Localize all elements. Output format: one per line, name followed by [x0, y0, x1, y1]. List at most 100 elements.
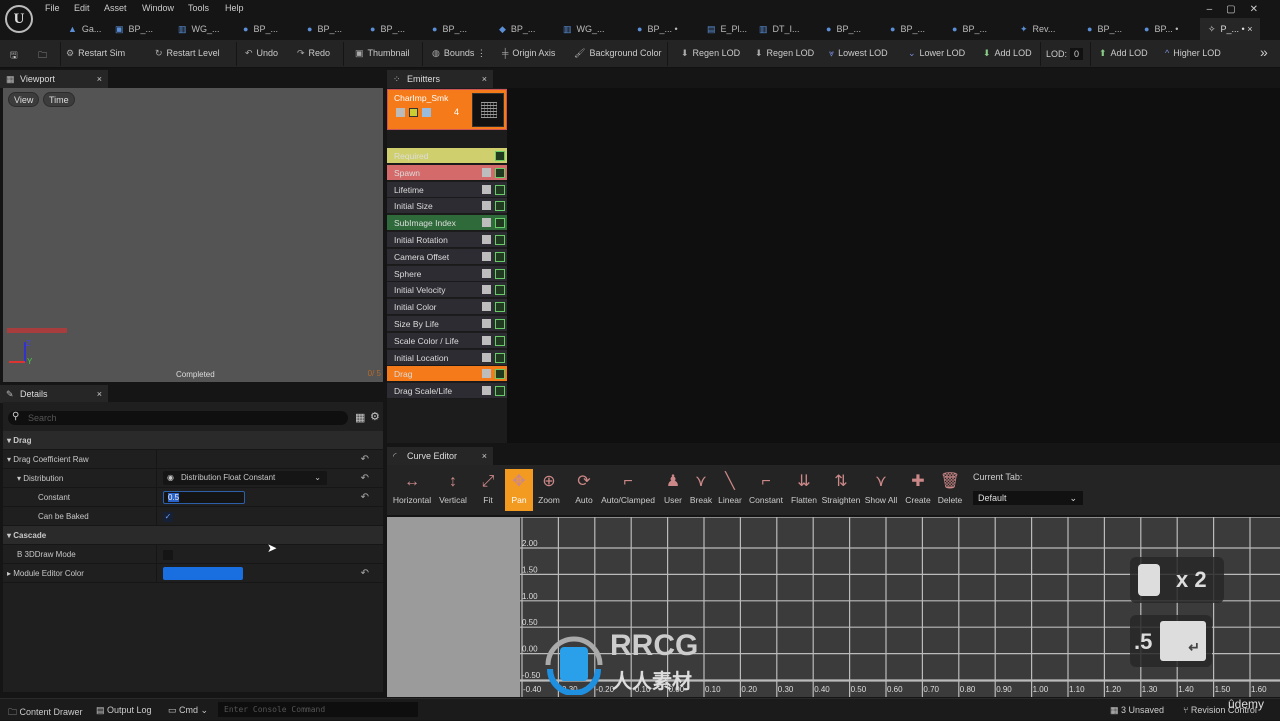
document-tab[interactable]: ✦ Rev...: [1020, 18, 1055, 40]
module-item[interactable]: Initial Color: [387, 299, 507, 316]
curve-toggle-icon[interactable]: [495, 251, 505, 262]
menu-file[interactable]: File: [45, 3, 60, 13]
curve-graph[interactable]: -0.40 -0.30 -0.20 -0.10 0.00 0.10 0.20 0.30 0.40…: [520, 517, 1280, 697]
b3d-draw-mode-checkbox[interactable]: [163, 550, 173, 560]
module-enable-checkbox[interactable]: [482, 302, 491, 312]
time-button[interactable]: Time: [43, 92, 75, 107]
document-tab[interactable]: ▲ Ga...: [68, 18, 101, 40]
curve-flatten-button[interactable]: ⇊ Flatten: [789, 469, 819, 511]
module-item[interactable]: Initial Location: [387, 349, 507, 366]
curve-fit-button[interactable]: ⤢ Fit: [477, 469, 499, 511]
module-item[interactable]: Initial Size: [387, 198, 507, 215]
distribution-dropdown[interactable]: ◉ Distribution Float Constant ⌄: [163, 471, 327, 485]
curve-delete-button[interactable]: 🗑 Delete: [935, 469, 965, 511]
close-icon[interactable]: ×: [482, 70, 487, 88]
curve-toggle-icon[interactable]: [495, 201, 505, 212]
constant-input[interactable]: 0.5: [163, 491, 245, 504]
emitter-render-mode-icon[interactable]: [409, 108, 418, 117]
lod-field[interactable]: LOD: 0: [1046, 48, 1084, 60]
gear-icon[interactable]: ⚙: [370, 410, 380, 423]
content-drawer-button[interactable]: 🗀 Content Drawer: [8, 705, 83, 721]
curve-toggle-icon[interactable]: [495, 167, 505, 178]
reset-icon[interactable]: ↶: [361, 450, 369, 469]
curve-toggle-icon[interactable]: [495, 285, 505, 296]
document-tab[interactable]: ◆ BP_...: [499, 18, 535, 40]
module-enable-checkbox[interactable]: [482, 285, 491, 295]
curve-editor-tab[interactable]: ◜ Curve Editor ×: [387, 447, 493, 465]
emitter-solo-icon[interactable]: [422, 108, 431, 117]
module-enable-checkbox[interactable]: [482, 352, 491, 362]
add-lod-button[interactable]: ⬇ Add LOD: [983, 48, 1032, 59]
viewport-tab[interactable]: ▦ Viewport ×: [0, 70, 108, 88]
document-tab[interactable]: ▥ WG_...: [563, 18, 605, 40]
restart-sim-button[interactable]: ⚙ Restart Sim: [66, 48, 125, 59]
module-item[interactable]: Size By Life: [387, 316, 507, 332]
add-lod-2-button[interactable]: ⬆ Add LOD: [1099, 48, 1148, 59]
curve-auto-button[interactable]: ⟳ Auto: [571, 469, 597, 511]
module-enable-checkbox[interactable]: [482, 235, 491, 244]
module-item[interactable]: Drag Scale/Life: [387, 383, 507, 400]
document-tab[interactable]: ● BP_...: [370, 18, 405, 40]
reset-icon[interactable]: ↶: [361, 469, 369, 488]
menu-asset[interactable]: Asset: [104, 3, 127, 13]
table-view-icon[interactable]: ▦: [355, 411, 365, 424]
module-item[interactable]: Camera Offset: [387, 248, 507, 265]
document-tab[interactable]: ● BP_...: [1087, 18, 1122, 40]
menu-edit[interactable]: Edit: [74, 3, 90, 13]
document-tab[interactable]: ● BP_... •: [637, 18, 678, 40]
module-item[interactable]: Lifetime: [387, 181, 507, 198]
overflow-icon[interactable]: »: [1260, 44, 1268, 60]
cmd-dropdown[interactable]: ▭ Cmd ⌄: [168, 705, 208, 716]
curve-break-button[interactable]: ⋎ Break: [688, 469, 714, 511]
curve-toggle-icon[interactable]: [495, 352, 505, 363]
lowest-lod-button[interactable]: ⩔ Lowest LOD: [829, 48, 888, 59]
curve-toggle-icon[interactable]: [495, 184, 505, 195]
curve-constant-button[interactable]: ⌐ Constant: [747, 469, 785, 511]
module-enable-checkbox[interactable]: [482, 268, 491, 278]
document-tab[interactable]: ▥ DT_I...: [759, 18, 800, 40]
unsaved-button[interactable]: ▦ 3 Unsaved: [1110, 705, 1164, 716]
document-tab[interactable]: ● BP... •: [1144, 18, 1178, 40]
curve-toggle-icon[interactable]: [495, 218, 505, 229]
module-enable-checkbox[interactable]: [482, 251, 491, 261]
document-tab[interactable]: ● BP_...: [243, 18, 278, 40]
viewport[interactable]: View Time YZ Completed 0/ 5: [3, 88, 383, 382]
category-drag[interactable]: ▾ Drag: [3, 431, 383, 450]
module-enable-checkbox[interactable]: [482, 386, 491, 396]
emitter-enable-checkbox[interactable]: [396, 108, 405, 117]
output-log-button[interactable]: ▤ Output Log: [96, 705, 152, 716]
document-tab[interactable]: ● BP_...: [432, 18, 467, 40]
search-input[interactable]: ⚲ Search: [8, 411, 348, 425]
menu-help[interactable]: Help: [225, 3, 244, 13]
close-icon[interactable]: ×: [482, 447, 487, 465]
regen-lod-button[interactable]: ⬇ Regen LOD: [681, 48, 740, 59]
console-input[interactable]: Enter Console Command: [218, 702, 418, 717]
details-tab[interactable]: ✎ Details ×: [0, 385, 108, 403]
menu-window[interactable]: Window: [142, 3, 174, 13]
module-item[interactable]: Spawn: [387, 164, 507, 181]
document-tab[interactable]: ● BP_...: [307, 18, 342, 40]
reset-icon[interactable]: ↶: [361, 488, 369, 507]
module-item[interactable]: Required: [387, 148, 507, 164]
module-editor-color-row[interactable]: ▸ Module Editor Color ↶: [3, 564, 383, 583]
unreal-logo[interactable]: U: [5, 5, 33, 33]
curve-pan-button[interactable]: ✥ Pan: [505, 469, 533, 511]
drag-coefficient-row[interactable]: ▾ Drag Coefficient Raw ↶: [3, 450, 383, 469]
curve-toggle-icon[interactable]: [495, 319, 505, 329]
curve-toggle-icon[interactable]: [495, 335, 505, 346]
module-enable-checkbox[interactable]: [482, 184, 491, 194]
regen-lod-2-button[interactable]: ⬇ Regen LOD: [755, 48, 814, 59]
curve-show-all-button[interactable]: ⋎ Show All: [863, 469, 899, 511]
module-item[interactable]: Initial Velocity: [387, 282, 507, 299]
emitters-tab[interactable]: ⁘ Emitters ×: [387, 70, 493, 88]
document-tab[interactable]: ▤ E_Pl...: [707, 18, 747, 40]
emitter-header[interactable]: CharImp_Smk 4: [387, 89, 507, 130]
browse-icon[interactable]: 🗀: [38, 48, 47, 64]
curve-user-button[interactable]: ♟ User: [660, 469, 686, 511]
thumbnail-button[interactable]: ▣ Thumbnail: [355, 48, 410, 59]
lower-lod-button[interactable]: ⌄ Lower LOD: [908, 48, 965, 59]
document-tab[interactable]: ▥ WG_...: [178, 18, 220, 40]
module-enable-checkbox[interactable]: [482, 218, 491, 228]
emitter-canvas[interactable]: [507, 88, 1280, 443]
curve-toggle-icon[interactable]: [495, 151, 505, 161]
